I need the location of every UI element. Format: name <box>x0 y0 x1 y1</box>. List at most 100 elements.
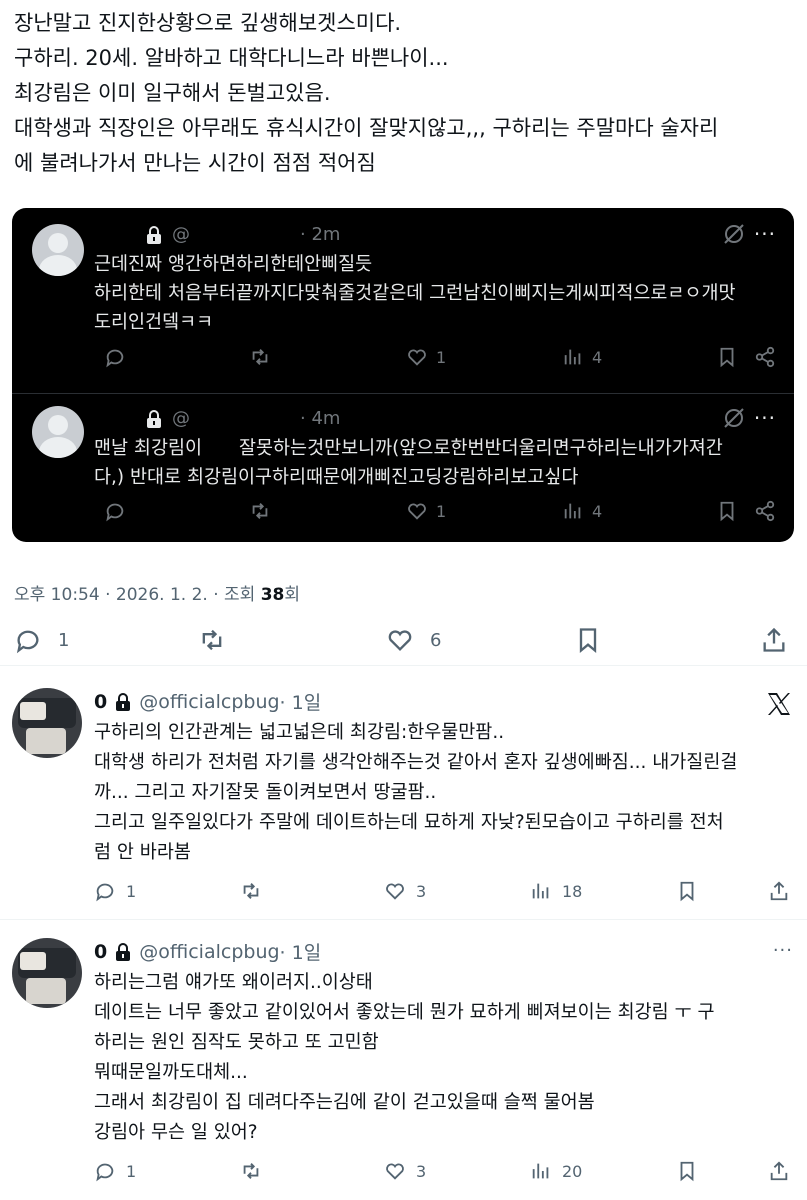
share-button[interactable] <box>768 1160 790 1182</box>
bookmark-icon <box>680 1161 694 1182</box>
default-avatar[interactable] <box>32 224 84 276</box>
reply-text: 하리는그럼 얘가또 왜이러지..이상태 데이트는 너무 좋았고 같이있어서 좋았… <box>94 968 794 1148</box>
x-logo-icon <box>768 693 790 715</box>
grok-icon[interactable] <box>722 406 746 430</box>
upload-icon <box>770 1161 788 1181</box>
quoted-line: 하리한테 처음부터끝까지다맞춰줄것같은데 그런남친이삐지는게씨피적으로ㄹㅇ개맛 <box>94 283 736 304</box>
reply-header: 0 @officialcpbug · 1일 <box>94 938 321 965</box>
views-count: 20 <box>562 1161 583 1181</box>
bookmark-icon <box>720 501 734 522</box>
more-icon[interactable]: ··· <box>773 940 793 961</box>
quoted-meta: @ · 2m <box>146 224 340 245</box>
avatar[interactable] <box>12 688 82 758</box>
reply-icon <box>106 349 124 368</box>
grok-icon[interactable] <box>722 222 746 246</box>
views-button[interactable]: 18 <box>530 880 582 902</box>
quoted-posts-card[interactable]: @ · 2m ··· 근데진짜 앵간하면하리한테안삐질듯 하리한테 처음부터끝까… <box>12 208 794 542</box>
post-line: 대학생과 직장인은 아무래도 휴식시간이 잘맞지않고,,, 구하리는 주말마다 … <box>14 116 719 140</box>
reply-button[interactable] <box>104 500 126 522</box>
display-name[interactable]: 0 <box>94 941 107 963</box>
display-name[interactable]: 0 <box>94 691 107 713</box>
share-icon <box>755 500 775 522</box>
reply-line: 데이트는 너무 좋았고 같이있어서 좋았는데 뭔가 묘하게 삐져보이는 최강림 … <box>94 1002 715 1023</box>
quoted-actions: 1 4 <box>94 346 776 372</box>
views-count: 18 <box>562 881 583 901</box>
quoted-line: 도리인건뎈ㅋㅋ <box>94 312 214 333</box>
share-button[interactable] <box>754 500 776 522</box>
reply-post[interactable]: 0 @officialcpbug · 1일 ··· 하리는그럼 얘가또 왜이러지… <box>0 930 807 1200</box>
avatar[interactable] <box>12 938 82 1008</box>
default-avatar[interactable] <box>32 406 84 458</box>
quoted-handle[interactable]: @ <box>172 408 190 429</box>
like-button[interactable]: 3 <box>384 1160 426 1182</box>
reply-line: 대학생 하리가 전처럼 자기를 생각안해주는것 같아서 혼자 깊생에빠짐... … <box>94 752 738 773</box>
reply-actions: 1 3 18 <box>94 880 794 906</box>
reply-line: 그리고 일주일있다가 주말에 데이트하는데 묘하게 자낮?된모습이고 구하리를 … <box>94 812 724 833</box>
share-button[interactable] <box>760 626 788 654</box>
post-line: 구하리. 20세. 알바하고 대학다니느라 바쁜나이... <box>14 46 449 70</box>
bookmark-button[interactable] <box>676 1160 698 1182</box>
repost-button[interactable] <box>240 1160 262 1182</box>
handle[interactable]: @officialcpbug <box>139 691 279 713</box>
reply-button[interactable] <box>104 346 126 368</box>
reply-line: 뭐때문일까도대체... <box>94 1062 248 1083</box>
reply-post[interactable]: 0 @officialcpbug · 1일 구하리의 인간관계는 넓고넓은데 최… <box>0 680 807 920</box>
handle[interactable]: @officialcpbug <box>139 941 279 963</box>
quoted-meta: @ · 4m <box>146 408 340 429</box>
views-button[interactable]: 4 <box>562 346 602 368</box>
share-icon <box>755 346 775 368</box>
repost-button[interactable] <box>249 500 271 522</box>
like-button[interactable]: 1 <box>406 500 446 522</box>
quoted-line: 맨날 최강림이 잘못하는것만보니까(앞으로한번반더울리면구하리는내가가져간 <box>94 438 723 459</box>
views-button[interactable]: 4 <box>562 500 602 522</box>
views-suffix: 회 <box>284 585 301 605</box>
quoted-handle[interactable]: @ <box>172 224 190 245</box>
repost-icon <box>202 629 222 651</box>
quoted-post[interactable]: @ · 2m ··· 근데진짜 앵간하면하리한테안삐질듯 하리한테 처음부터끝까… <box>12 208 794 394</box>
repost-button[interactable] <box>240 880 262 902</box>
bookmark-button[interactable] <box>716 346 738 368</box>
share-button[interactable] <box>754 346 776 368</box>
share-button[interactable] <box>768 880 790 902</box>
post-line: 에 불려나가서 만나는 시간이 점점 적어짐 <box>14 151 376 175</box>
reply-count: 1 <box>58 629 70 651</box>
views-icon <box>532 1163 549 1179</box>
bookmark-button[interactable] <box>716 500 738 522</box>
like-button[interactable]: 6 <box>386 626 441 654</box>
more-icon[interactable]: ··· <box>754 222 776 246</box>
quoted-post[interactable]: @ · 4m ··· 맨날 최강림이 잘못하는것만보니까(앞으로한번반더울리면구… <box>12 394 794 542</box>
reply-text: 구하리의 인간관계는 넓고넓은데 최강림:한우물만팜.. 대학생 하리가 전처럼… <box>94 718 794 868</box>
post-line: 장난말고 진지한상황으로 깊생해보겟스미다. <box>14 11 402 35</box>
quoted-line: 다,) 반대로 최강림이구하리때문에개삐진고딩강림하리보고싶다 <box>94 467 579 488</box>
like-button[interactable]: 1 <box>406 346 446 368</box>
quoted-time: · 2m <box>300 224 341 245</box>
reply-button[interactable]: 1 <box>94 1160 136 1182</box>
reply-actions: 1 3 20 <box>94 1160 794 1186</box>
reply-icon <box>106 503 124 522</box>
post-actions: 1 6 <box>0 622 807 666</box>
reply-button[interactable]: 1 <box>94 880 136 902</box>
like-icon <box>408 349 426 366</box>
repost-button[interactable] <box>249 346 271 368</box>
like-icon <box>388 630 412 651</box>
reply-time: · 1일 <box>279 692 322 714</box>
views-icon <box>532 883 549 899</box>
repost-button[interactable] <box>198 626 226 654</box>
repost-icon <box>252 503 268 519</box>
reply-button[interactable]: 1 <box>14 626 69 654</box>
reply-line: 하리는 원인 짐작도 못하고 또 고민함 <box>94 1032 379 1053</box>
like-button[interactable]: 3 <box>384 880 426 902</box>
bookmark-icon <box>579 628 597 653</box>
like-count: 3 <box>416 1161 427 1181</box>
bookmark-button[interactable] <box>676 880 698 902</box>
lock-icon <box>116 692 131 711</box>
bookmark-button[interactable] <box>574 626 602 654</box>
reply-header: 0 @officialcpbug · 1일 <box>94 688 321 715</box>
views-count: 4 <box>592 501 603 521</box>
reply-line: 까... 그리고 자기잘못 돌이켜보면서 땅굴팜.. <box>94 782 437 803</box>
post-text: 장난말고 진지한상황으로 깊생해보겟스미다. 구하리. 20세. 알바하고 대학… <box>14 6 799 181</box>
more-icon[interactable]: ··· <box>754 406 776 430</box>
repost-icon <box>243 1163 259 1179</box>
views-button[interactable]: 20 <box>530 1160 582 1182</box>
bookmark-icon <box>680 881 694 902</box>
